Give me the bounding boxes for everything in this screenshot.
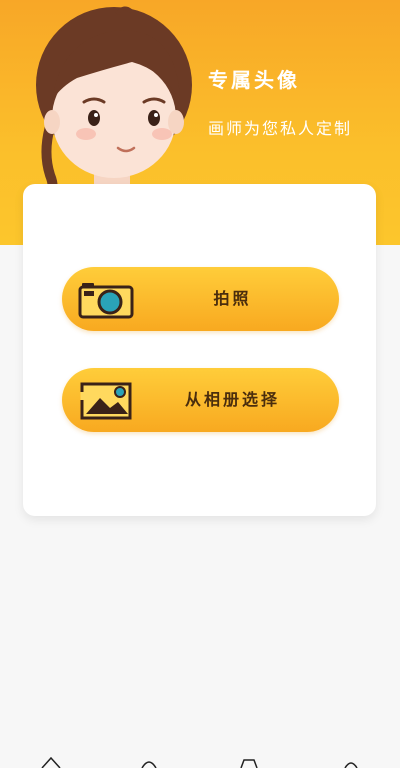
take-photo-label: 拍照 — [213, 289, 252, 308]
choose-from-album-label: 从相册选择 — [184, 390, 280, 409]
tab-discover-icon[interactable] — [138, 756, 160, 768]
header-title: 专属头像 — [208, 68, 300, 92]
camera-icon — [78, 283, 134, 319]
action-card: 拍照 从相册选择 — [23, 184, 376, 516]
take-photo-button[interactable]: 拍照 — [62, 267, 339, 331]
tab-message-icon[interactable] — [238, 756, 260, 768]
tab-home-icon[interactable] — [40, 756, 62, 768]
bottom-tab-bar-peek — [0, 756, 400, 768]
header-subtitle: 画师为您私人定制 — [208, 119, 353, 138]
choose-from-album-button[interactable]: 从相册选择 — [62, 368, 339, 432]
tab-profile-icon[interactable] — [340, 756, 362, 768]
avatar-illustration — [36, 6, 192, 200]
image-gallery-icon — [80, 382, 132, 420]
